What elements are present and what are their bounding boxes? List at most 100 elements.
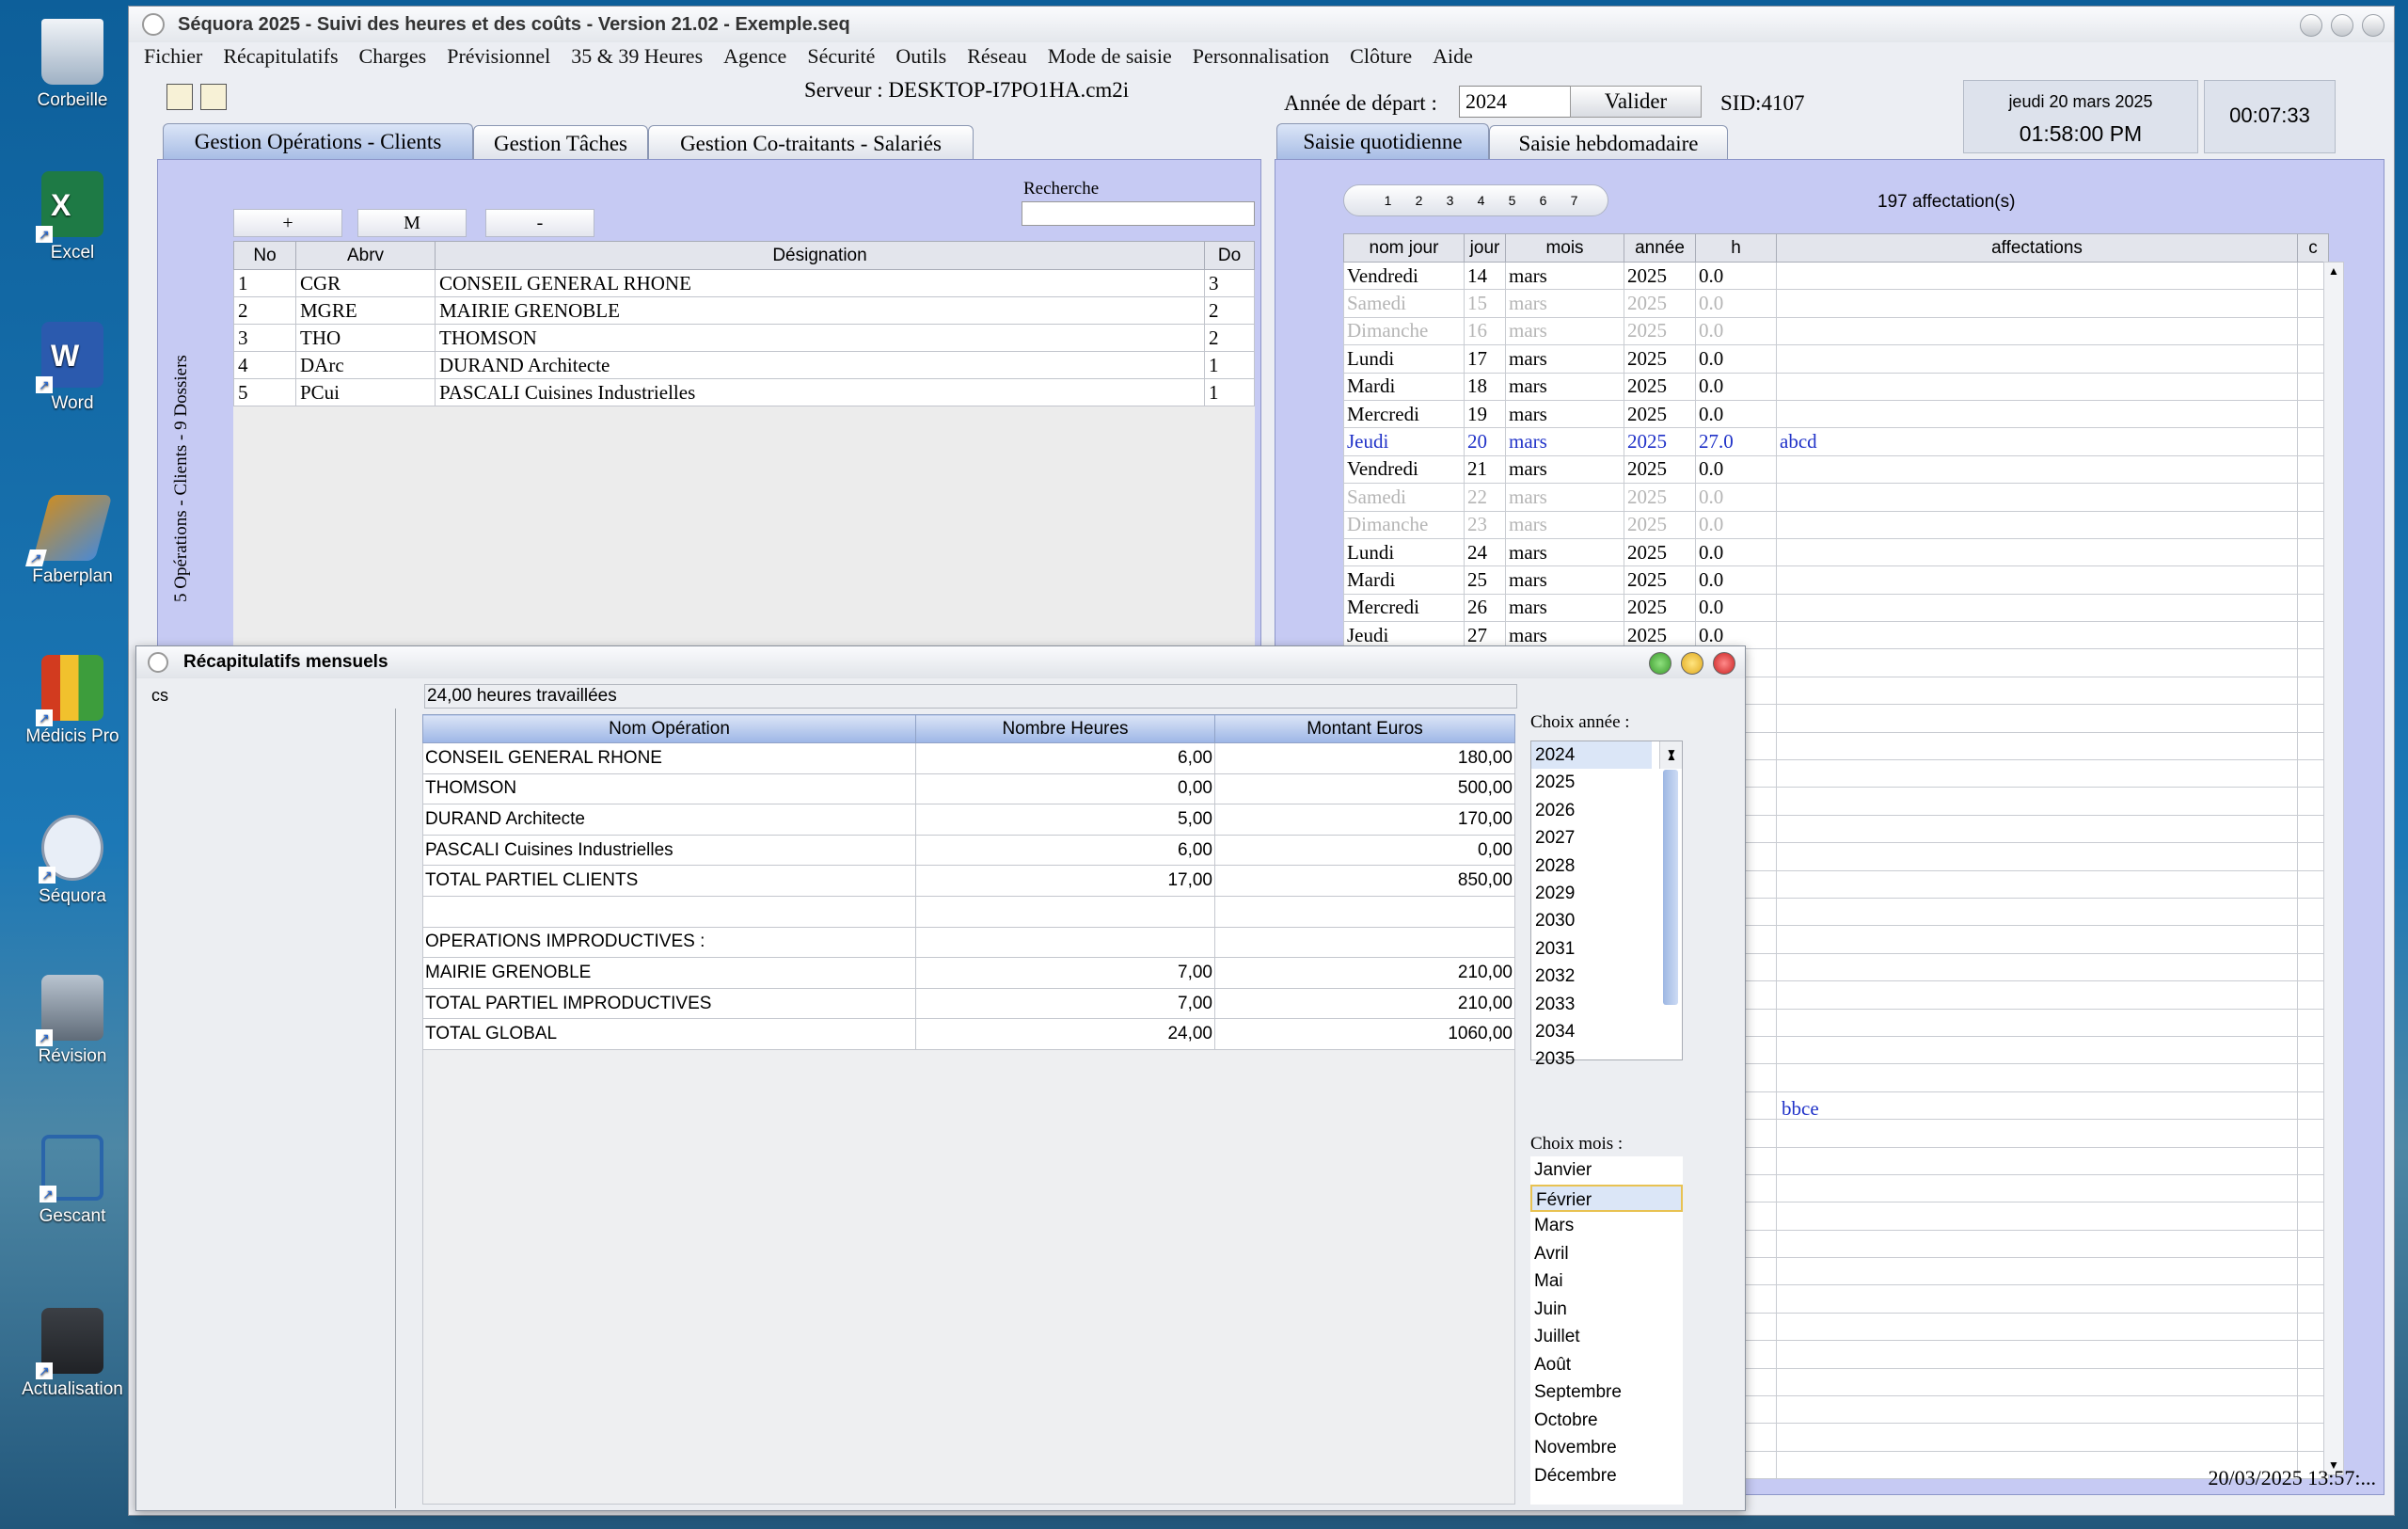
col-h[interactable]: h — [1695, 233, 1777, 263]
col-annee[interactable]: année — [1624, 233, 1696, 263]
page-button[interactable]: 4 — [1465, 193, 1497, 208]
month-option[interactable]: Janvier — [1530, 1156, 1683, 1185]
page-button[interactable]: 5 — [1497, 193, 1528, 208]
table-row[interactable]: Jeudi 20 mars 2025 27.0 abcd — [1343, 427, 2329, 456]
desktop-icon-medicis[interactable]: ↗ Médicis Pro — [15, 655, 130, 747]
table-row[interactable]: Samedi 15 mars 2025 0.0 — [1343, 289, 2329, 318]
year-option[interactable]: 2029 — [1531, 880, 1682, 907]
table-row[interactable]: 2 MGRE MAIRIE GRENOBLE 2 — [233, 296, 1255, 325]
col-mois[interactable]: mois — [1505, 233, 1624, 263]
col-no[interactable]: No — [233, 241, 296, 270]
month-option[interactable]: Mars — [1530, 1212, 1683, 1240]
save-icon[interactable] — [200, 84, 227, 110]
menu-recapitulatifs[interactable]: Récapitulatifs — [223, 44, 338, 69]
table-row[interactable]: PASCALI Cuisines Industrielles 6,00 0,00 — [422, 834, 1515, 867]
month-option[interactable]: Février — [1530, 1184, 1683, 1212]
col-abrv[interactable]: Abrv — [295, 241, 436, 270]
year-option[interactable]: 2026 — [1531, 797, 1682, 824]
desktop-icon-excel[interactable]: X ↗ Excel — [15, 171, 130, 263]
close-button[interactable] — [2362, 14, 2384, 37]
valider-button[interactable]: Valider — [1570, 86, 1702, 118]
menu-reseau[interactable]: Réseau — [967, 44, 1027, 69]
tab-saisie-hebdomadaire[interactable]: Saisie hebdomadaire — [1489, 125, 1728, 161]
page-button[interactable]: 6 — [1528, 193, 1559, 208]
menu-charges[interactable]: Charges — [359, 44, 427, 69]
col-designation[interactable]: Désignation — [435, 241, 1205, 270]
table-row[interactable]: TOTAL PARTIEL IMPRODUCTIVES 7,00 210,00 — [422, 987, 1515, 1020]
affectation-cell[interactable]: bbce — [1782, 1097, 1819, 1121]
scroll-down-icon[interactable]: ▼ — [1666, 740, 1677, 767]
table-row[interactable]: CONSEIL GENERAL RHONE 6,00 180,00 — [422, 742, 1515, 774]
close-button[interactable] — [1713, 652, 1735, 675]
col-jour[interactable]: jour — [1464, 233, 1506, 263]
desktop-icon-word[interactable]: W ↗ Word — [15, 322, 130, 414]
table-row[interactable]: 5 PCui PASCALI Cuisines Industrielles 1 — [233, 378, 1255, 406]
col-nom-operation[interactable]: Nom Opération — [422, 714, 916, 743]
maximize-button[interactable] — [2331, 14, 2353, 37]
table-row[interactable]: THOMSON 0,00 500,00 — [422, 772, 1515, 805]
table-row[interactable]: MAIRIE GRENOBLE 7,00 210,00 — [422, 957, 1515, 989]
menu-agence[interactable]: Agence — [723, 44, 786, 69]
month-option[interactable]: Avril — [1530, 1240, 1683, 1268]
page-button[interactable]: 2 — [1403, 193, 1434, 208]
col-nom-jour[interactable]: nom jour — [1343, 233, 1465, 263]
maximize-button[interactable] — [1649, 652, 1671, 675]
year-option[interactable]: 2024 — [1531, 741, 1652, 770]
month-option[interactable]: Décembre — [1530, 1462, 1683, 1490]
year-option[interactable]: 2032 — [1531, 963, 1682, 990]
table-row[interactable]: Vendredi 14 mars 2025 0.0 — [1343, 261, 2329, 291]
year-option[interactable]: 2033 — [1531, 991, 1682, 1018]
col-c[interactable]: c — [2297, 233, 2329, 263]
table-row[interactable]: Mercredi 26 mars 2025 0.0 — [1343, 593, 2329, 623]
table-row[interactable]: 3 THO THOMSON 2 — [233, 324, 1255, 352]
table-row[interactable]: 1 CGR CONSEIL GENERAL RHONE 3 — [233, 269, 1255, 297]
desktop-icon-actualisation[interactable]: ↗ Actualisation — [15, 1308, 130, 1400]
table-row[interactable]: Mercredi 19 mars 2025 0.0 — [1343, 399, 2329, 429]
table-row[interactable]: Lundi 24 mars 2025 0.0 — [1343, 537, 2329, 567]
menu-mode-de-saisie[interactable]: Mode de saisie — [1048, 44, 1172, 69]
page-button[interactable]: 7 — [1559, 193, 1590, 208]
menu-outils[interactable]: Outils — [895, 44, 946, 69]
month-option[interactable]: Mai — [1530, 1267, 1683, 1296]
search-input[interactable] — [1022, 201, 1255, 226]
table-row[interactable]: TOTAL GLOBAL 24,00 1060,00 — [422, 1018, 1515, 1050]
year-option[interactable]: 2028 — [1531, 852, 1682, 880]
menu-previsionnel[interactable]: Prévisionnel — [447, 44, 550, 69]
table-row[interactable]: Samedi 22 mars 2025 0.0 — [1343, 483, 2329, 512]
year-option[interactable]: 2031 — [1531, 935, 1682, 963]
table-row[interactable]: DURAND Architecte 5,00 170,00 — [422, 804, 1515, 836]
table-row[interactable] — [422, 895, 1515, 928]
desktop-icon-revision[interactable]: ↗ Révision — [15, 975, 130, 1067]
page-button[interactable]: 3 — [1434, 193, 1465, 208]
table-row[interactable]: Vendredi 21 mars 2025 0.0 — [1343, 454, 2329, 485]
page-button[interactable]: 1 — [1372, 193, 1403, 208]
month-option[interactable]: Août — [1530, 1351, 1683, 1379]
desktop-icon-corbeille[interactable]: Corbeille — [15, 19, 130, 111]
table-row[interactable]: OPERATIONS IMPRODUCTIVES : — [422, 926, 1515, 959]
col-do[interactable]: Do — [1204, 241, 1255, 270]
menu-cloture[interactable]: Clôture — [1350, 44, 1412, 69]
open-folder-icon[interactable] — [166, 84, 193, 110]
scroll-up-icon[interactable]: ▲ — [2328, 264, 2339, 279]
col-montant-euros[interactable]: Montant Euros — [1214, 714, 1515, 743]
menu-personnalisation[interactable]: Personnalisation — [1193, 44, 1329, 69]
desktop-icon-sequora[interactable]: ↗ Séquora — [15, 815, 130, 907]
year-option[interactable]: 2035 — [1531, 1045, 1682, 1073]
saisie-scrollbar[interactable]: ▲ ▼ — [2323, 262, 2344, 1475]
table-row[interactable]: Dimanche 16 mars 2025 0.0 — [1343, 316, 2329, 346]
menu-fichier[interactable]: Fichier — [144, 44, 202, 69]
month-option[interactable]: Octobre — [1530, 1407, 1683, 1435]
table-row[interactable]: Mardi 18 mars 2025 0.0 — [1343, 372, 2329, 401]
table-row[interactable]: Lundi 17 mars 2025 0.0 — [1343, 344, 2329, 374]
table-row[interactable]: Dimanche 23 mars 2025 0.0 — [1343, 510, 2329, 539]
menu-35-39-heures[interactable]: 35 & 39 Heures — [571, 44, 703, 69]
table-row[interactable]: TOTAL PARTIEL CLIENTS 17,00 850,00 — [422, 865, 1515, 897]
col-affectations[interactable]: affectations — [1776, 233, 2298, 263]
menu-securite[interactable]: Sécurité — [807, 44, 875, 69]
tab-gestion-cotraitants[interactable]: Gestion Co-traitants - Salariés — [648, 125, 974, 161]
month-option[interactable]: Novembre — [1530, 1434, 1683, 1462]
col-nombre-heures[interactable]: Nombre Heures — [915, 714, 1215, 743]
modify-operation-button[interactable]: M — [357, 209, 467, 237]
add-operation-button[interactable]: + — [233, 209, 342, 237]
month-option[interactable]: Juillet — [1530, 1323, 1683, 1351]
